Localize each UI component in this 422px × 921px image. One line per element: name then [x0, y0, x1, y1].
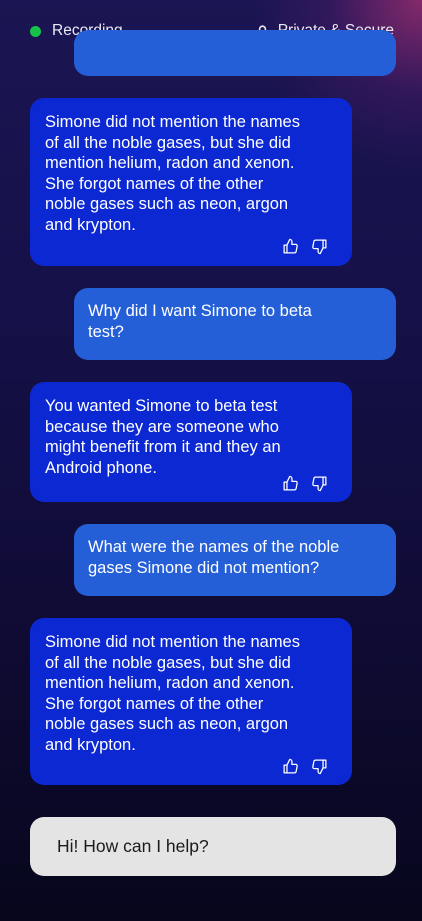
user-message-bubble: What were the names of the noble gases S…: [74, 524, 396, 596]
feedback-actions: [282, 758, 328, 775]
chat-input-placeholder: Hi! How can I help?: [57, 836, 209, 856]
chat-input[interactable]: Hi! How can I help?: [30, 817, 396, 876]
assistant-message-bubble: Simone did not mention the names of all …: [30, 618, 352, 785]
thumbs-down-icon[interactable]: [311, 475, 328, 492]
user-message-text: What were the names of the noble gases S…: [88, 538, 340, 577]
user-message-bubble: [74, 30, 396, 76]
thumbs-up-icon[interactable]: [282, 475, 299, 492]
thumbs-down-icon[interactable]: [311, 238, 328, 255]
feedback-actions: [282, 238, 328, 255]
assistant-message-text: Simone did not mention the names of all …: [45, 113, 300, 234]
thumbs-up-icon[interactable]: [282, 758, 299, 775]
assistant-message-text: You wanted Simone to beta test because t…: [45, 397, 281, 477]
recording-dot-icon: [30, 25, 41, 37]
user-message-bubble: Why did I want Simone to beta test?: [74, 288, 396, 360]
user-message-text: Why did I want Simone to beta test?: [88, 302, 312, 341]
thumbs-up-icon[interactable]: [282, 238, 299, 255]
assistant-message-text: Simone did not mention the names of all …: [45, 633, 300, 754]
assistant-message-bubble: You wanted Simone to beta test because t…: [30, 382, 352, 502]
feedback-actions: [282, 475, 328, 492]
thumbs-down-icon[interactable]: [311, 758, 328, 775]
assistant-message-bubble: Simone did not mention the names of all …: [30, 98, 352, 266]
